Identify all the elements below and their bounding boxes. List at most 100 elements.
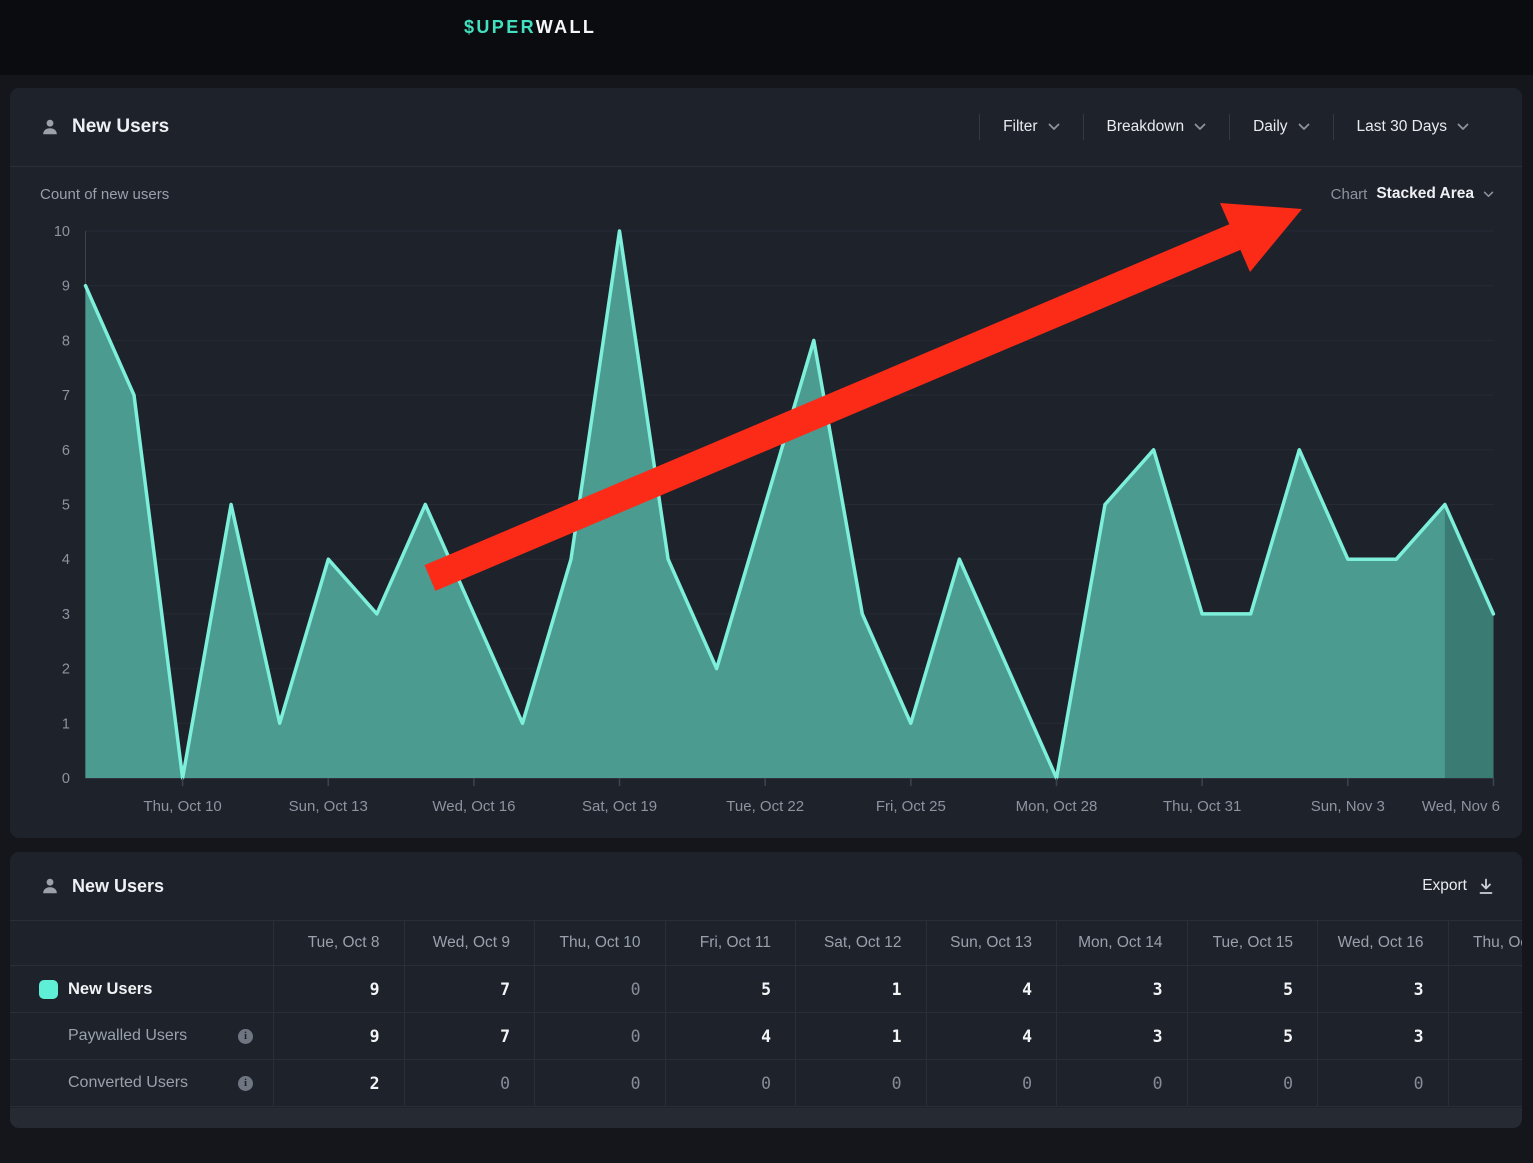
y-axis-label: 9 <box>62 279 70 295</box>
table-panel-header: New Users Export <box>10 852 1522 920</box>
export-button[interactable]: Export <box>1422 877 1522 895</box>
column-header: Fri, Oct 11 <box>665 920 796 966</box>
superwall-logo: $UPERWALL <box>464 17 596 38</box>
table-panel-title: New Users <box>72 876 164 897</box>
table-cell: 4 <box>926 1013 1057 1060</box>
chevron-down-icon <box>1298 123 1310 131</box>
cell-value: 9 <box>370 1027 380 1046</box>
column-header: Wed, Oct 9 <box>404 920 535 966</box>
column-header: Wed, Oct 16 <box>1317 920 1448 966</box>
download-icon <box>1478 878 1494 895</box>
x-axis-label: Thu, Oct 31 <box>1163 798 1241 815</box>
table-cell: 4 <box>926 966 1057 1013</box>
series-legend-swatch <box>39 980 58 999</box>
table-cell: 4 <box>665 1013 796 1060</box>
column-header: Sat, Oct 12 <box>795 920 926 966</box>
table-cell: 3 <box>1056 966 1187 1013</box>
cell-value: 5 <box>761 980 771 999</box>
cell-value: 0 <box>1022 1074 1032 1093</box>
row-label-cell: Paywalled Usersi <box>10 1013 273 1060</box>
granularity-menu[interactable]: Daily <box>1229 114 1332 140</box>
table-corner-cell <box>10 920 273 966</box>
table-cell <box>1448 1060 1523 1107</box>
cell-value: 4 <box>1022 980 1032 999</box>
y-axis-label: 6 <box>62 443 70 459</box>
breakdown-menu[interactable]: Breakdown <box>1083 114 1230 140</box>
row-label-cell: New Users <box>10 966 273 1013</box>
info-icon[interactable]: i <box>238 1029 253 1044</box>
person-icon <box>41 118 59 136</box>
new-users-chart-panel: New Users Filter Breakdown Daily Last 30… <box>10 88 1522 838</box>
filter-menu[interactable]: Filter <box>979 114 1082 140</box>
table-cell: 5 <box>1187 1013 1318 1060</box>
x-axis-label: Wed, Oct 16 <box>432 798 515 815</box>
cell-value: 4 <box>1022 1027 1032 1046</box>
table-cell: 0 <box>795 1060 926 1107</box>
area-fill-incomplete-day <box>1445 505 1494 779</box>
chart-toolbar: Filter Breakdown Daily Last 30 Days <box>979 114 1522 140</box>
cell-value: 3 <box>1414 1027 1424 1046</box>
column-header: Tue, Oct 15 <box>1187 920 1318 966</box>
x-axis-label: Thu, Oct 10 <box>143 798 221 815</box>
y-axis-label: 3 <box>62 607 70 623</box>
top-nav-bar: $UPERWALL <box>0 0 1533 75</box>
x-axis-label: Fri, Oct 25 <box>876 798 946 815</box>
table-cell: 3 <box>1317 1013 1448 1060</box>
table-cell: 0 <box>404 1060 535 1107</box>
area-fill <box>86 231 1494 778</box>
table-cell <box>1448 966 1523 1013</box>
cell-value: 0 <box>1414 1074 1424 1093</box>
x-axis-label: Mon, Oct 28 <box>1016 798 1098 815</box>
cell-value: 9 <box>370 980 380 999</box>
y-axis-label: 0 <box>62 771 70 787</box>
table-cell: 1 <box>795 966 926 1013</box>
chevron-down-icon <box>1483 191 1494 198</box>
y-axis-label: 1 <box>62 716 70 732</box>
table-cell: 2 <box>273 1060 404 1107</box>
cell-value: 5 <box>1283 980 1293 999</box>
cell-value: 5 <box>1283 1027 1293 1046</box>
x-axis-label: Sat, Oct 19 <box>582 798 657 815</box>
chart-type-selector[interactable]: Chart Stacked Area <box>1331 185 1494 203</box>
y-axis-label: 5 <box>62 498 70 514</box>
cell-value: 7 <box>500 980 510 999</box>
chart-meta-row: Count of new users Chart Stacked Area <box>10 167 1522 221</box>
chart-subtitle: Count of new users <box>40 186 169 203</box>
cell-value: 0 <box>1153 1074 1163 1093</box>
logo-dollar-part: $UPER <box>464 17 536 37</box>
cell-value: 3 <box>1414 980 1424 999</box>
row-label-cell: Converted Users i <box>10 1060 273 1107</box>
y-axis-label: 4 <box>62 552 70 568</box>
horizontal-scrollbar[interactable] <box>10 1108 1522 1128</box>
chevron-down-icon <box>1048 123 1060 131</box>
person-icon <box>41 877 59 895</box>
column-header: Thu, Oct 17 <box>1448 920 1523 966</box>
column-header: Tue, Oct 8 <box>273 920 404 966</box>
cell-value: 0 <box>631 1027 641 1046</box>
date-range-menu[interactable]: Last 30 Days <box>1333 114 1492 140</box>
table-cell: 5 <box>1187 966 1318 1013</box>
table-cell: 9 <box>273 966 404 1013</box>
table-cell: 3 <box>1056 1013 1187 1060</box>
x-axis-label: Tue, Oct 22 <box>726 798 804 815</box>
cell-value: 7 <box>500 1027 510 1046</box>
x-axis-label: Sun, Nov 3 <box>1311 798 1385 815</box>
x-axis-label: Wed, Nov 6 <box>1422 798 1500 815</box>
chart-panel-title: New Users <box>72 116 169 138</box>
table-cell: 0 <box>534 1013 665 1060</box>
table-cell: 1 <box>795 1013 926 1060</box>
table-cell <box>1448 1013 1523 1060</box>
cell-value: 4 <box>761 1027 771 1046</box>
table-cell: 0 <box>534 966 665 1013</box>
table-cell: 0 <box>1317 1060 1448 1107</box>
row-label: Converted Users <box>68 1074 188 1092</box>
table-cell: 0 <box>534 1060 665 1107</box>
table-cell: 0 <box>1056 1060 1187 1107</box>
cell-value: 1 <box>892 1027 902 1046</box>
table-cell: 0 <box>1187 1060 1318 1107</box>
info-icon[interactable]: i <box>238 1076 253 1091</box>
cell-value: 3 <box>1153 980 1163 999</box>
cell-value: 0 <box>761 1074 771 1093</box>
table-cell: 0 <box>665 1060 796 1107</box>
new-users-table-panel: New Users Export Tue, Oct 8Wed, Oct 9 Thu… <box>10 852 1522 1128</box>
